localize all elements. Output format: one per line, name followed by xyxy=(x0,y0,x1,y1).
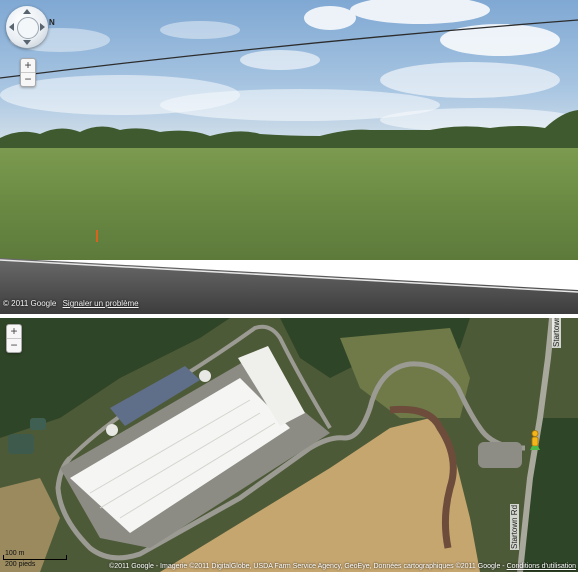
pond xyxy=(8,434,34,454)
compass-north-label: N xyxy=(49,18,55,27)
scale-imperial-label: 200 pieds xyxy=(5,561,36,568)
map-attribution-text: ©2011 Google - Imagerie ©2011 DigitalGlo… xyxy=(109,563,507,570)
map-zoom-in-button[interactable]: + xyxy=(7,325,21,338)
scale-bar xyxy=(3,559,67,560)
tank-1 xyxy=(106,424,118,436)
zoom-in-button[interactable]: + xyxy=(21,59,35,72)
pan-right-icon[interactable] xyxy=(40,23,45,31)
pan-control[interactable] xyxy=(6,6,48,48)
street-view-copyright: © 2011 Google xyxy=(3,299,57,308)
street-view-image[interactable] xyxy=(0,0,578,314)
map-zoom-control[interactable]: + − xyxy=(6,324,22,353)
road-label-startown: Startown xyxy=(552,318,561,348)
map-zoom-out-button[interactable]: − xyxy=(7,339,21,352)
field xyxy=(0,148,578,260)
satellite-image[interactable] xyxy=(0,318,578,572)
scale-tick-left xyxy=(3,555,4,560)
scale-tick-right xyxy=(66,555,67,560)
street-view-panorama[interactable]: N + − © 2011 Google Signaler un problème xyxy=(0,0,578,314)
pan-up-icon[interactable] xyxy=(23,9,31,14)
street-view-zoom-control[interactable]: + − xyxy=(20,58,36,87)
terms-of-use-link[interactable]: Conditions d'utilisation xyxy=(507,563,576,570)
map-attribution: ©2011 Google - Imagerie ©2011 DigitalGlo… xyxy=(109,563,576,570)
scale-metric-label: 100 m xyxy=(5,550,25,557)
street-view-footer: © 2011 Google Signaler un problème xyxy=(3,299,139,308)
field-stake xyxy=(96,230,98,242)
road-label-startown-rd: Startown Rd xyxy=(510,503,519,550)
pond-2 xyxy=(30,418,46,430)
report-problem-link[interactable]: Signaler un problème xyxy=(63,299,139,308)
parking-lot xyxy=(478,442,522,468)
zoom-out-button[interactable]: − xyxy=(21,73,35,86)
pan-left-icon[interactable] xyxy=(9,23,14,31)
tank-2 xyxy=(199,370,211,382)
pan-center xyxy=(17,17,39,39)
pan-down-icon[interactable] xyxy=(23,40,31,45)
satellite-map[interactable]: + − Startown Startown Rd 100 m 200 pieds… xyxy=(0,318,578,572)
pegman-icon[interactable] xyxy=(528,430,542,452)
